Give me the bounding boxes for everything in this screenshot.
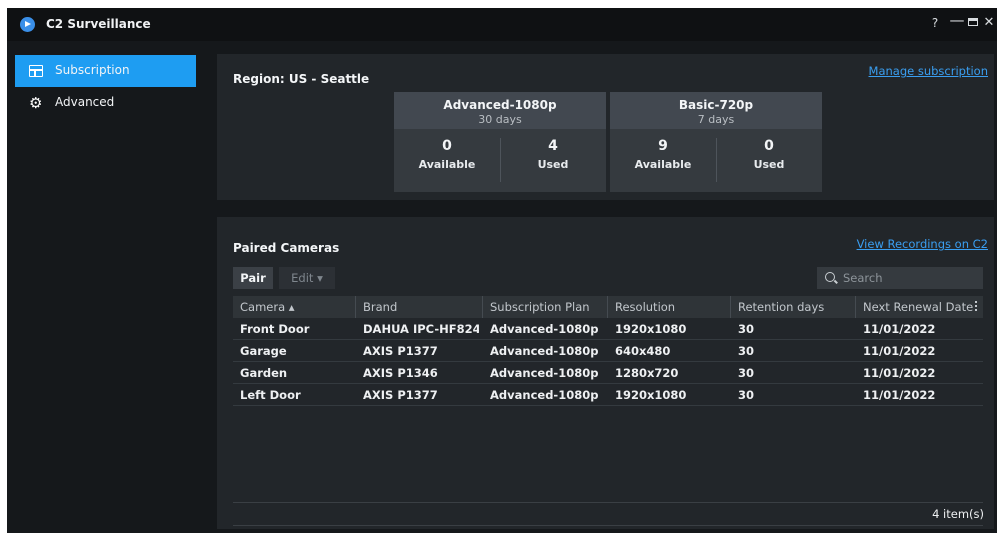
app-title: C2 Surveillance	[46, 17, 151, 31]
cell-retention: 30	[738, 344, 755, 358]
cell-retention: 30	[738, 366, 755, 380]
column-divider[interactable]	[355, 296, 356, 318]
cell-camera: Garage	[240, 344, 287, 358]
title-bar: C2 Surveillance ? — ✕	[7, 8, 997, 41]
cell-plan: Advanced-1080p	[490, 344, 599, 358]
item-count: 4 item(s)	[932, 507, 984, 521]
app-window: C2 Surveillance ? — ✕ Subscription ⚙ Adv…	[7, 8, 997, 533]
cell-camera: Garden	[240, 366, 288, 380]
cell-brand: DAHUA IPC-HF8242...	[363, 322, 479, 336]
cell-resolution: 640x480	[615, 344, 671, 358]
plan-duration: 7 days	[697, 113, 735, 126]
table-row[interactable]: Front Door DAHUA IPC-HF8242... Advanced-…	[233, 318, 983, 340]
view-recordings-link[interactable]: View Recordings on C2	[857, 237, 988, 251]
table-footer-divider	[233, 525, 983, 526]
column-header-brand[interactable]: Brand	[363, 300, 397, 314]
search-placeholder: Search	[843, 271, 883, 285]
column-header-resolution[interactable]: Resolution	[615, 300, 675, 314]
used-label: Used	[753, 158, 785, 171]
column-header-camera[interactable]: Camera ▴	[240, 300, 295, 314]
plan-used: 4 Used	[500, 129, 606, 192]
plan-card-basic: Basic-720p 7 days 9 Available 0 Used	[610, 92, 822, 192]
sidebar-item-subscription[interactable]: Subscription	[15, 55, 196, 87]
used-count: 0	[764, 138, 774, 154]
table-row[interactable]: Garden AXIS P1346 Advanced-1080p 1280x72…	[233, 362, 983, 384]
column-divider[interactable]	[730, 296, 731, 318]
column-header-next-renewal-date[interactable]: Next Renewal Date	[863, 300, 973, 314]
plan-used: 0 Used	[716, 129, 822, 192]
cell-plan: Advanced-1080p	[490, 388, 599, 402]
maximize-button[interactable]	[968, 18, 978, 26]
sidebar: Subscription ⚙ Advanced	[7, 41, 204, 533]
gear-icon: ⚙	[29, 94, 43, 112]
search-icon	[825, 272, 835, 282]
cell-brand: AXIS P1346	[363, 366, 438, 380]
cell-camera: Left Door	[240, 388, 301, 402]
pair-button[interactable]: Pair	[233, 267, 273, 289]
cell-brand: AXIS P1377	[363, 388, 438, 402]
help-button[interactable]: ?	[925, 16, 945, 30]
cell-renewal: 11/01/2022	[863, 388, 936, 402]
available-count: 9	[658, 138, 668, 154]
table-icon	[29, 65, 43, 77]
column-divider[interactable]	[607, 296, 608, 318]
table-row[interactable]: Garage AXIS P1377 Advanced-1080p 640x480…	[233, 340, 983, 362]
table-footer-divider	[233, 502, 983, 503]
cell-resolution: 1920x1080	[615, 388, 687, 402]
cell-plan: Advanced-1080p	[490, 366, 599, 380]
paired-cameras-panel: Paired Cameras View Recordings on C2 Pai…	[217, 217, 994, 529]
column-divider[interactable]	[482, 296, 483, 318]
cell-camera: Front Door	[240, 322, 310, 336]
region-panel: Region: US - Seattle Manage subscription…	[217, 54, 994, 200]
table-row[interactable]: Left Door AXIS P1377 Advanced-1080p 1920…	[233, 384, 983, 406]
table-header: Camera ▴ Brand Subscription Plan Resolut…	[233, 296, 983, 318]
plan-name: Basic-720p	[678, 98, 754, 112]
cell-plan: Advanced-1080p	[490, 322, 599, 336]
available-count: 0	[442, 138, 452, 154]
column-header-subscription-plan[interactable]: Subscription Plan	[490, 300, 590, 314]
cell-renewal: 11/01/2022	[863, 344, 936, 358]
app-logo-icon	[20, 17, 35, 32]
available-label: Available	[634, 158, 692, 171]
close-button[interactable]: ✕	[979, 15, 997, 30]
manage-subscription-link[interactable]: Manage subscription	[869, 64, 988, 78]
cell-renewal: 11/01/2022	[863, 322, 936, 336]
cell-brand: AXIS P1377	[363, 344, 438, 358]
plan-card-advanced: Advanced-1080p 30 days 0 Available 4 Use…	[394, 92, 606, 192]
plan-duration: 30 days	[478, 113, 522, 126]
minimize-button[interactable]: —	[947, 11, 967, 29]
plan-card-header: Basic-720p 7 days	[610, 92, 822, 129]
plan-card-header: Advanced-1080p 30 days	[394, 92, 606, 129]
sidebar-item-label: Advanced	[55, 95, 115, 109]
sidebar-item-label: Subscription	[55, 63, 130, 77]
plan-available: 9 Available	[610, 129, 716, 192]
column-options-icon[interactable]	[975, 301, 977, 313]
cell-resolution: 1920x1080	[615, 322, 687, 336]
column-divider[interactable]	[855, 296, 856, 318]
region-title: Region: US - Seattle	[233, 72, 370, 86]
plan-available: 0 Available	[394, 129, 500, 192]
cell-renewal: 11/01/2022	[863, 366, 936, 380]
plan-name: Advanced-1080p	[443, 98, 557, 112]
edit-button[interactable]: Edit ▾	[279, 267, 335, 289]
available-label: Available	[418, 158, 476, 171]
used-count: 4	[548, 138, 558, 154]
cell-retention: 30	[738, 322, 755, 336]
cameras-table: Camera ▴ Brand Subscription Plan Resolut…	[233, 296, 983, 406]
search-input[interactable]: Search	[817, 267, 983, 289]
column-header-retention-days[interactable]: Retention days	[738, 300, 824, 314]
paired-cameras-title: Paired Cameras	[233, 241, 340, 255]
cell-retention: 30	[738, 388, 755, 402]
sidebar-item-advanced[interactable]: ⚙ Advanced	[15, 87, 196, 119]
used-label: Used	[537, 158, 569, 171]
cell-resolution: 1280x720	[615, 366, 679, 380]
